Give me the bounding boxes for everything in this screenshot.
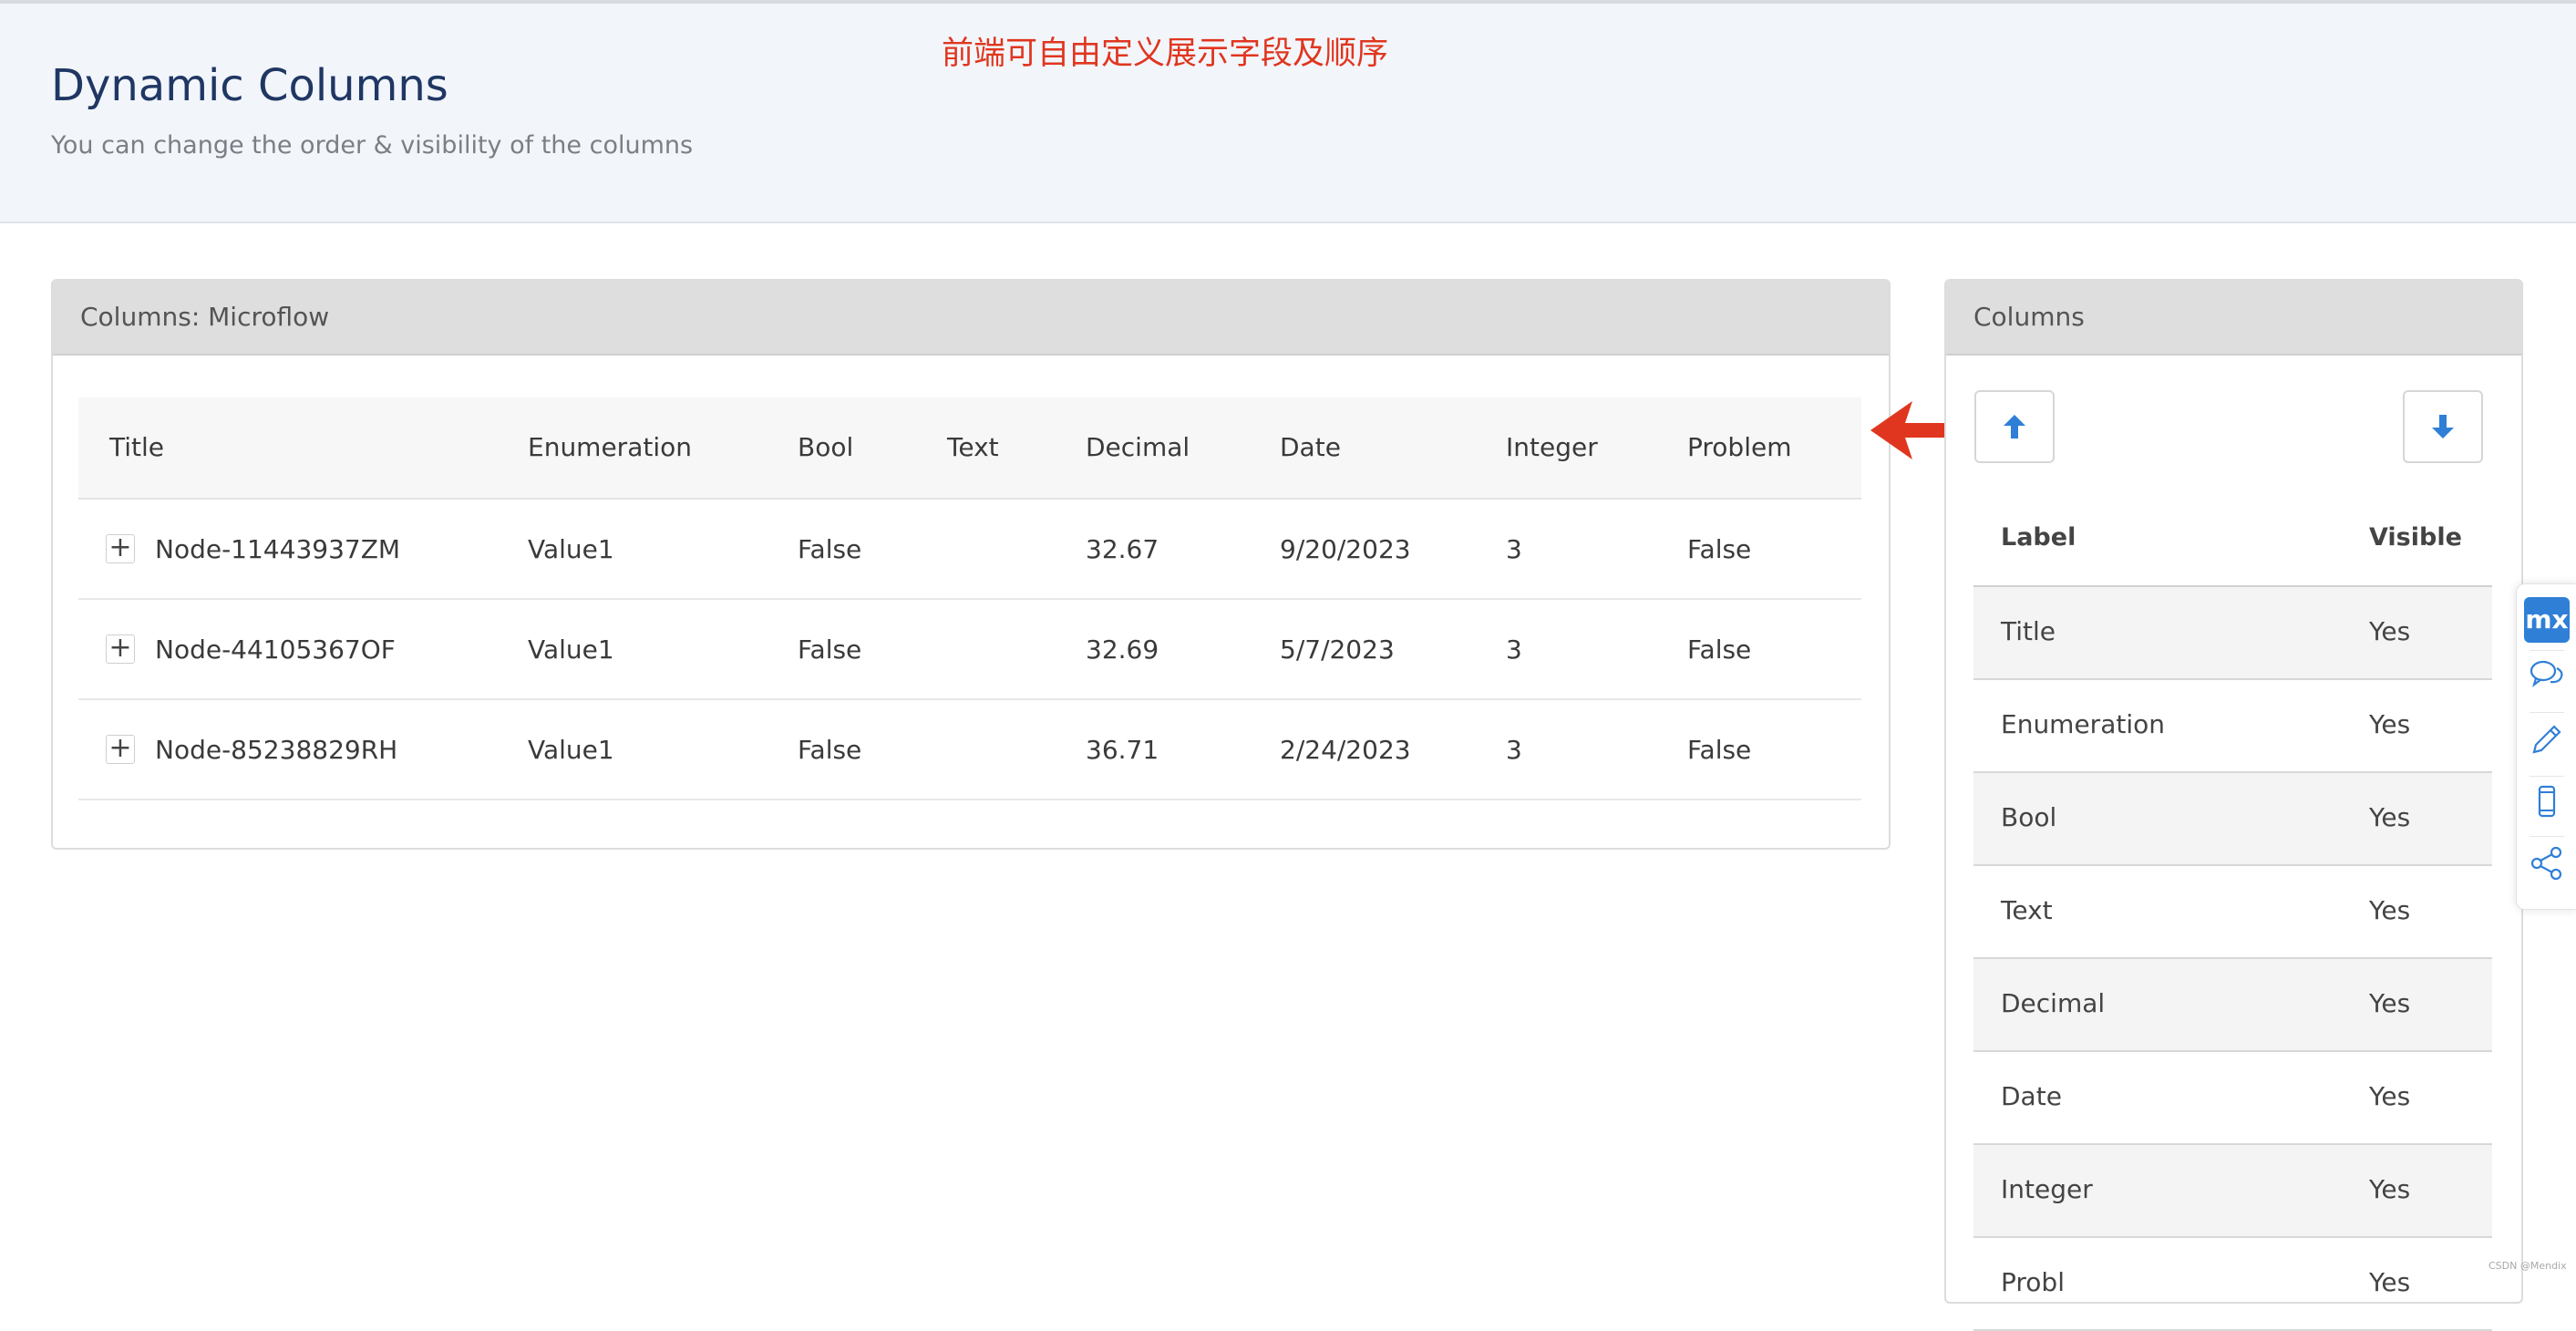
- toolbar-divider: [2530, 776, 2564, 777]
- column-row[interactable]: Text Yes: [1973, 866, 2492, 959]
- cell-enumeration: Value1: [528, 635, 614, 665]
- expand-row-button[interactable]: +: [106, 735, 135, 764]
- cell-title: Node-11443937ZM: [155, 534, 401, 564]
- cell-decimal: 32.69: [1086, 635, 1159, 665]
- label-header: Label: [2001, 523, 2076, 552]
- column-header-title[interactable]: Title: [109, 432, 164, 462]
- toolbar-divider: [2530, 712, 2564, 713]
- columns-table-header: Label Visible: [1973, 503, 2492, 587]
- share-icon[interactable]: [2529, 845, 2565, 882]
- column-header-date[interactable]: Date: [1280, 432, 1341, 462]
- cell-date: 2/24/2023: [1280, 735, 1411, 765]
- edit-icon[interactable]: [2529, 721, 2565, 758]
- annotation-text: 前端可自由定义展示字段及顺序: [942, 36, 1389, 72]
- cell-problem: False: [1687, 534, 1752, 564]
- column-label: Text: [2001, 895, 2053, 925]
- grid-header-row: Title Enumeration Bool Text Decimal Date…: [78, 397, 1861, 500]
- column-visible[interactable]: Yes: [2369, 988, 2410, 1018]
- column-visible[interactable]: Yes: [2369, 802, 2410, 832]
- panel-title: Columns: [1946, 281, 2521, 356]
- column-row[interactable]: Bool Yes: [1973, 773, 2492, 866]
- move-down-button[interactable]: [2403, 390, 2483, 463]
- column-row[interactable]: Probl Yes: [1973, 1238, 2492, 1331]
- cell-date: 9/20/2023: [1280, 534, 1411, 564]
- column-header-enumeration[interactable]: Enumeration: [528, 432, 692, 462]
- toolbar-divider: [2530, 836, 2564, 837]
- page-title: Dynamic Columns: [51, 60, 448, 111]
- page-header: Dynamic Columns You can change the order…: [0, 4, 2576, 223]
- toolbar-divider: [2530, 650, 2564, 651]
- column-header-integer[interactable]: Integer: [1506, 432, 1598, 462]
- column-label: Probl: [2001, 1267, 2065, 1297]
- cell-bool: False: [798, 735, 862, 765]
- mendix-toolbar: mx: [2516, 583, 2576, 910]
- column-header-bool[interactable]: Bool: [798, 432, 853, 462]
- cell-title: Node-85238829RH: [155, 735, 398, 765]
- column-row[interactable]: Title Yes: [1973, 587, 2492, 680]
- column-label: Integer: [2001, 1174, 2093, 1204]
- cell-integer: 3: [1506, 534, 1522, 564]
- column-label: Date: [2001, 1081, 2062, 1111]
- column-label: Decimal: [2001, 988, 2106, 1018]
- column-visible[interactable]: Yes: [2369, 1081, 2410, 1111]
- column-row[interactable]: Enumeration Yes: [1973, 680, 2492, 773]
- data-grid: Title Enumeration Bool Text Decimal Date…: [78, 397, 1861, 800]
- cell-problem: False: [1687, 635, 1752, 665]
- page-subtitle: You can change the order & visibility of…: [51, 131, 694, 160]
- column-visible[interactable]: Yes: [2369, 1267, 2410, 1297]
- column-visible[interactable]: Yes: [2369, 895, 2410, 925]
- cell-decimal: 36.71: [1086, 735, 1159, 765]
- cell-integer: 3: [1506, 735, 1522, 765]
- column-header-text[interactable]: Text: [947, 432, 999, 462]
- column-header-problem[interactable]: Problem: [1687, 432, 1791, 462]
- cell-title: Node-44105367OF: [155, 635, 396, 665]
- column-row[interactable]: Decimal Yes: [1973, 959, 2492, 1052]
- cell-decimal: 32.67: [1086, 534, 1159, 564]
- cell-date: 5/7/2023: [1280, 635, 1395, 665]
- table-row[interactable]: + Node-85238829RH Value1 False 36.71 2/2…: [78, 700, 1861, 800]
- arrow-down-icon: [2432, 415, 2454, 439]
- cell-enumeration: Value1: [528, 735, 614, 765]
- mobile-icon[interactable]: [2529, 783, 2565, 820]
- cell-bool: False: [798, 635, 862, 665]
- move-up-button[interactable]: [1974, 390, 2055, 463]
- mendix-logo[interactable]: mx: [2524, 597, 2570, 643]
- column-label: Title: [2001, 616, 2056, 646]
- columns-table: Label Visible Title Yes Enumeration Yes …: [1973, 503, 2492, 1331]
- column-label: Enumeration: [2001, 709, 2165, 739]
- column-row[interactable]: Integer Yes: [1973, 1145, 2492, 1238]
- column-label: Bool: [2001, 802, 2057, 832]
- column-visible[interactable]: Yes: [2369, 1174, 2410, 1204]
- panel-title: Columns: Microflow: [53, 281, 1889, 356]
- cell-bool: False: [798, 534, 862, 564]
- table-row[interactable]: + Node-44105367OF Value1 False 32.69 5/7…: [78, 600, 1861, 700]
- expand-row-button[interactable]: +: [106, 534, 135, 563]
- column-row[interactable]: Date Yes: [1973, 1052, 2492, 1145]
- table-row[interactable]: + Node-11443937ZM Value1 False 32.67 9/2…: [78, 500, 1861, 600]
- expand-row-button[interactable]: +: [106, 635, 135, 664]
- cell-enumeration: Value1: [528, 534, 614, 564]
- column-header-decimal[interactable]: Decimal: [1086, 432, 1190, 462]
- visible-header: Visible: [2369, 523, 2462, 552]
- watermark: CSDN @Mendix: [2488, 1260, 2567, 1272]
- arrow-up-icon: [2004, 415, 2025, 439]
- cell-problem: False: [1687, 735, 1752, 765]
- cell-integer: 3: [1506, 635, 1522, 665]
- column-visible[interactable]: Yes: [2369, 709, 2410, 739]
- column-visible[interactable]: Yes: [2369, 616, 2410, 646]
- chat-icon[interactable]: [2529, 657, 2565, 694]
